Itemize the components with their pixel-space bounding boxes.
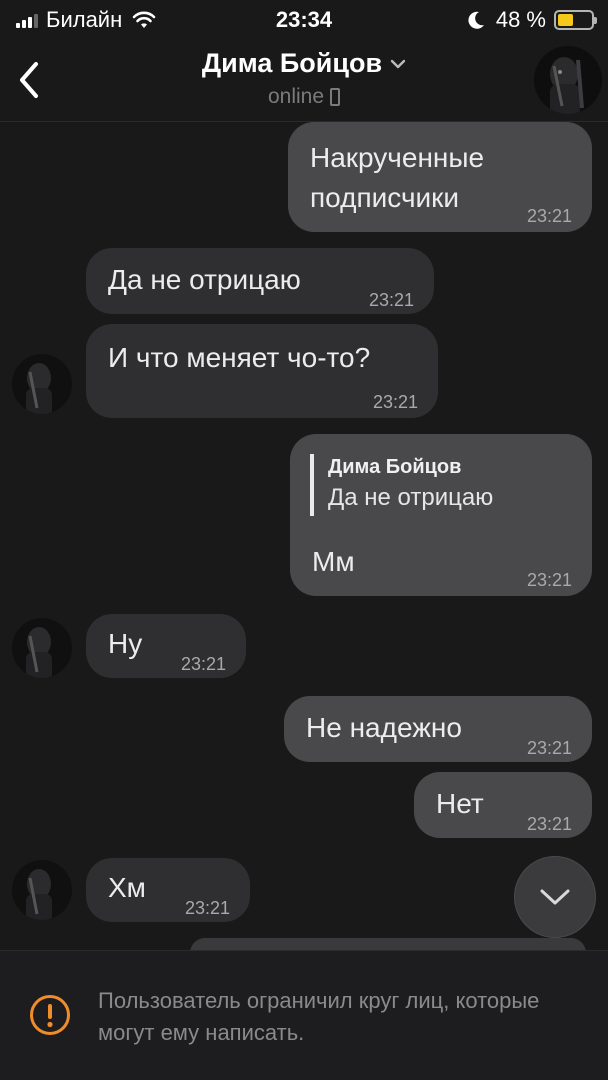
quote-text: Да не отрицаю <box>328 484 494 511</box>
online-status: online <box>267 85 341 109</box>
message-time: 23:21 <box>180 654 226 674</box>
battery-icon <box>554 10 597 30</box>
message-text: Хм <box>108 872 146 903</box>
contact-avatar[interactable] <box>534 46 602 114</box>
message-time: 23:21 <box>526 570 572 590</box>
restriction-notice-bar: Пользователь ограничил круг лиц, которые… <box>0 950 608 1080</box>
chat-header: Дима Бойцов online <box>0 40 608 122</box>
sender-avatar[interactable] <box>12 354 72 414</box>
message-text: Ну <box>108 628 143 659</box>
battery-percent: 48 % <box>495 7 546 32</box>
message-outgoing[interactable]: Не надежно 23:21 <box>284 696 592 762</box>
contact-name: Дима Бойцов <box>201 48 383 78</box>
message-text: Не надежно <box>306 712 462 743</box>
quote-author: Дима Бойцов <box>328 456 462 478</box>
chevron-down-icon <box>540 889 570 905</box>
message-outgoing-reply[interactable]: Дима Бойцов Да не отрицаю Мм 23:21 <box>290 434 592 596</box>
message-text: Нет <box>436 788 484 819</box>
warning-icon <box>30 995 70 1035</box>
sender-avatar[interactable] <box>12 618 72 678</box>
message-text: И что меняет чо-то? <box>108 342 371 373</box>
message-time: 23:21 <box>526 206 572 226</box>
sender-avatar[interactable] <box>12 860 72 920</box>
message-incoming[interactable]: Да не отрицаю 23:21 <box>86 248 434 314</box>
quoted-message[interactable]: Дима Бойцов Да не отрицаю <box>310 454 493 516</box>
message-time: 23:21 <box>526 738 572 758</box>
header-title-block[interactable]: Дима Бойцов online <box>0 48 608 109</box>
message-time: 23:21 <box>526 814 572 834</box>
message-outgoing[interactable]: Нет 23:21 <box>414 772 592 838</box>
chevron-down-icon <box>390 59 406 68</box>
message-incoming[interactable]: И что меняет чо-то? 23:21 <box>86 324 438 418</box>
message-time: 23:21 <box>368 290 414 310</box>
message-time: 23:21 <box>372 392 418 412</box>
message-outgoing[interactable]: Накрученные подписчики 23:21 <box>288 122 592 232</box>
restriction-notice-text: Пользователь ограничил круг лиц, которые… <box>98 988 540 1045</box>
status-bar: Билайн 23:34 48 % <box>0 0 608 40</box>
message-list[interactable]: Накрученные подписчики 23:21 Да не отриц… <box>0 122 608 950</box>
message-text: Мм <box>312 546 355 577</box>
message-text: Накрученные <box>310 142 485 173</box>
message-time: 23:21 <box>184 898 230 918</box>
contact-name-title[interactable]: Дима Бойцов <box>202 48 406 79</box>
battery-level-fill <box>558 14 574 26</box>
scroll-to-bottom-button[interactable] <box>514 856 596 938</box>
status-right: 48 % <box>466 7 597 33</box>
message-incoming[interactable]: Хм 23:21 <box>86 858 250 922</box>
online-status-text: online <box>267 85 325 108</box>
message-text: подписчики <box>310 182 460 213</box>
message-incoming[interactable]: Ну 23:21 <box>86 614 246 678</box>
do-not-disturb-moon-icon <box>468 11 484 29</box>
mobile-device-icon <box>330 88 341 106</box>
message-text: Да не отрицаю <box>108 264 301 295</box>
